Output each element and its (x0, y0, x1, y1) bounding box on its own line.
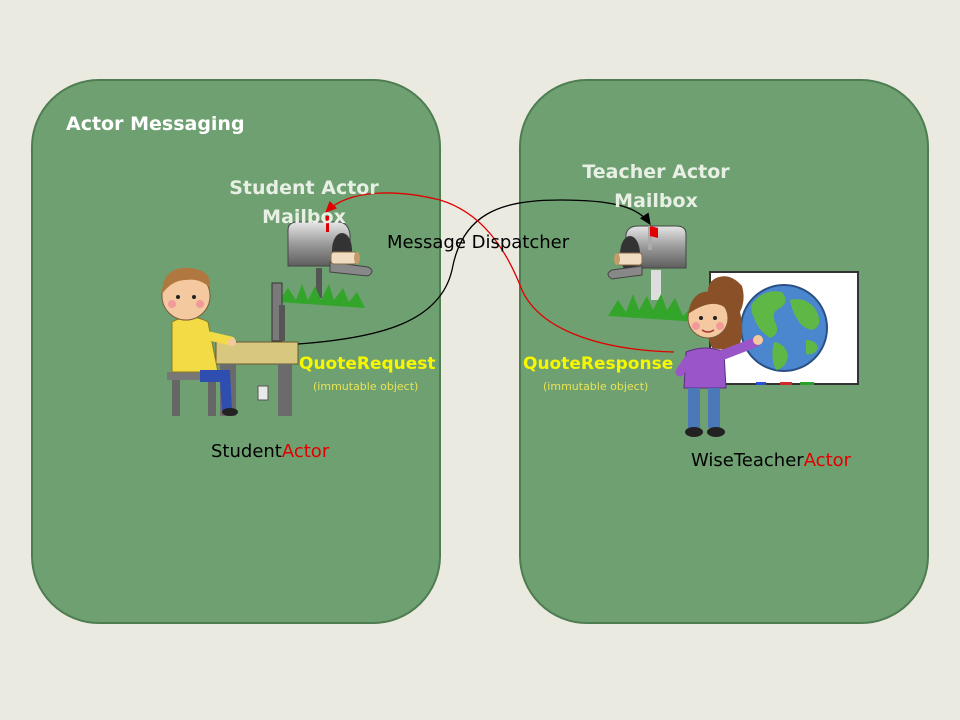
teacher-mailbox-label-line1: Teacher Actor (582, 161, 730, 183)
teacher-actor-suffix: Actor (803, 450, 852, 471)
message-dispatcher-label: Message Dispatcher (387, 232, 570, 253)
teacher-actor-prefix: WiseTeacher (691, 450, 804, 471)
student-actor-suffix: Actor (281, 441, 330, 462)
teacher-mailbox-label-line2: Mailbox (614, 190, 698, 212)
quote-response-label: QuoteResponse (523, 354, 674, 374)
globe-icon (740, 284, 828, 372)
student-actor-label: StudentActor (211, 441, 329, 462)
student-mailbox-label-line1: Student Actor (229, 177, 379, 199)
teacher-mailbox-label: Teacher Actor Mailbox (574, 158, 738, 216)
student-mailbox-label: Student Actor Mailbox (222, 174, 386, 232)
student-at-computer-icon (161, 267, 299, 416)
quote-request-label: QuoteRequest (299, 354, 436, 374)
quote-request-note: (immutable object) (313, 380, 419, 393)
teacher-with-globe-icon (675, 271, 859, 437)
student-actor-prefix: Student (211, 441, 282, 462)
diagram-graphics (161, 192, 859, 437)
teacher-actor-label: WiseTeacherActor (691, 450, 851, 471)
teacher-mailbox-icon (607, 225, 699, 322)
diagram-title: Actor Messaging (66, 113, 245, 135)
quote-response-note: (immutable object) (543, 380, 649, 393)
student-mailbox-label-line2: Mailbox (262, 206, 346, 228)
